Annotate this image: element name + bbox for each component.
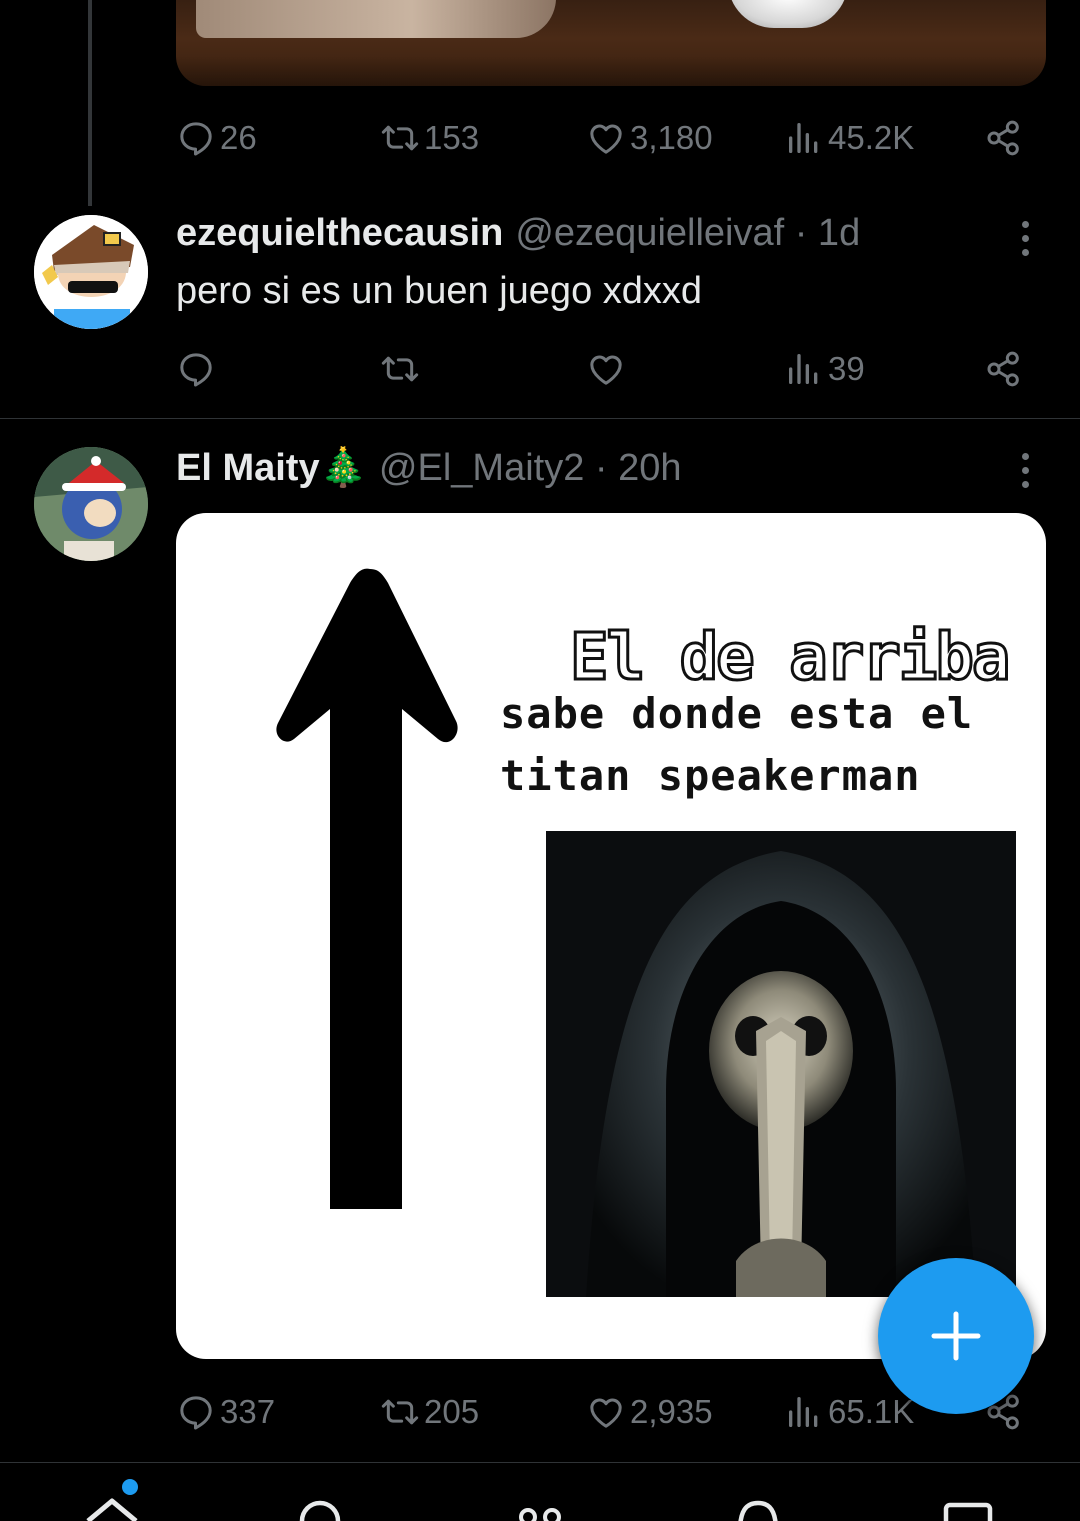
views-count: 39 — [828, 350, 865, 387]
reply-icon — [180, 1396, 212, 1430]
retweet-button[interactable]: 153 — [380, 113, 479, 163]
like-count: 2,935 — [630, 1393, 713, 1430]
avatar-image — [34, 447, 148, 561]
compose-plus-icon — [931, 1311, 981, 1361]
views-icon — [789, 123, 818, 153]
meme-title: El de arriba — [568, 620, 1011, 697]
reply-button[interactable]: 26 — [176, 113, 257, 163]
retweet-icon — [381, 356, 419, 382]
search-icon[interactable] — [294, 1491, 350, 1521]
media-mouse — [728, 0, 848, 28]
up-arrow-graphic — [276, 568, 458, 1209]
retweet-count: 205 — [424, 1393, 480, 1430]
reply-author-name[interactable]: ezequielthecausin — [176, 212, 503, 255]
like-icon — [590, 355, 622, 385]
bottom-navigation — [0, 1462, 1080, 1521]
like-icon — [590, 1398, 622, 1428]
share-button[interactable] — [984, 113, 1024, 163]
share-button[interactable] — [984, 344, 1024, 394]
reply-more-button[interactable] — [1010, 214, 1040, 262]
reply-header: ezequielthecausin @ezequielleivaf · 1d — [176, 212, 860, 260]
share-icon — [987, 351, 1019, 387]
views-count: 65.1K — [828, 1393, 915, 1430]
tweet-header: El Maity🎄 @El_Maity2 · 20h — [176, 446, 682, 494]
tweet-author-name[interactable]: El Maity🎄 — [176, 446, 367, 490]
thread-connector-line — [88, 0, 92, 206]
views-button[interactable]: 39 — [784, 344, 865, 394]
messages-icon[interactable] — [940, 1491, 996, 1521]
views-button[interactable]: 65.1K — [784, 1387, 914, 1437]
tweet-more-button[interactable] — [1010, 446, 1040, 494]
more-icon — [1021, 220, 1029, 228]
more-icon — [1021, 452, 1029, 460]
like-count: 3,180 — [630, 119, 713, 156]
like-button[interactable]: 2,935 — [586, 1387, 713, 1437]
tweet-media-image[interactable]: El de arriba sabe donde esta el titan sp… — [176, 513, 1046, 1359]
views-icon — [789, 1397, 818, 1427]
retweet-icon — [381, 125, 419, 151]
retweet-button[interactable] — [380, 344, 424, 394]
reply-button[interactable]: 337 — [176, 1387, 275, 1437]
like-button[interactable] — [586, 344, 630, 394]
reply-count: 337 — [220, 1393, 276, 1430]
retweet-icon — [381, 1399, 419, 1425]
retweet-count: 153 — [424, 119, 480, 156]
previous-tweet-media[interactable] — [176, 0, 1046, 86]
tweet-author-avatar[interactable] — [34, 447, 148, 561]
reply-icon — [180, 122, 212, 156]
grim-reaper-graphic — [546, 831, 1016, 1297]
reply-action-bar: 39 — [176, 344, 1046, 394]
home-icon[interactable] — [84, 1491, 140, 1521]
views-icon — [789, 354, 818, 384]
views-count: 45.2K — [828, 119, 915, 156]
retweet-button[interactable]: 205 — [380, 1387, 479, 1437]
reply-count: 26 — [220, 119, 257, 156]
reply-icon — [180, 353, 212, 387]
previous-tweet-action-bar: 26 153 3,180 45.2K — [176, 113, 1046, 163]
like-button[interactable]: 3,180 — [586, 113, 713, 163]
reply-text: pero si es un buen juego xdxxd — [176, 270, 703, 312]
media-sleeve — [196, 0, 556, 38]
meme-line-2: titan speakerman — [500, 751, 921, 800]
communities-icon[interactable] — [512, 1491, 568, 1521]
share-icon — [987, 120, 1019, 156]
reply-button[interactable] — [176, 344, 220, 394]
compose-button[interactable] — [878, 1258, 1034, 1414]
like-icon — [590, 124, 622, 154]
reply-author-avatar[interactable] — [34, 215, 148, 329]
reaper-image — [546, 831, 1016, 1297]
meme-line-1: sabe donde esta el — [500, 689, 974, 738]
avatar-image — [34, 215, 148, 329]
reply-author-meta[interactable]: @ezequielleivaf · 1d — [515, 212, 860, 255]
notifications-icon[interactable] — [730, 1491, 786, 1521]
tweet-author-meta[interactable]: @El_Maity2 · 20h — [379, 447, 682, 490]
views-button[interactable]: 45.2K — [784, 113, 914, 163]
tweet-divider — [0, 418, 1080, 419]
